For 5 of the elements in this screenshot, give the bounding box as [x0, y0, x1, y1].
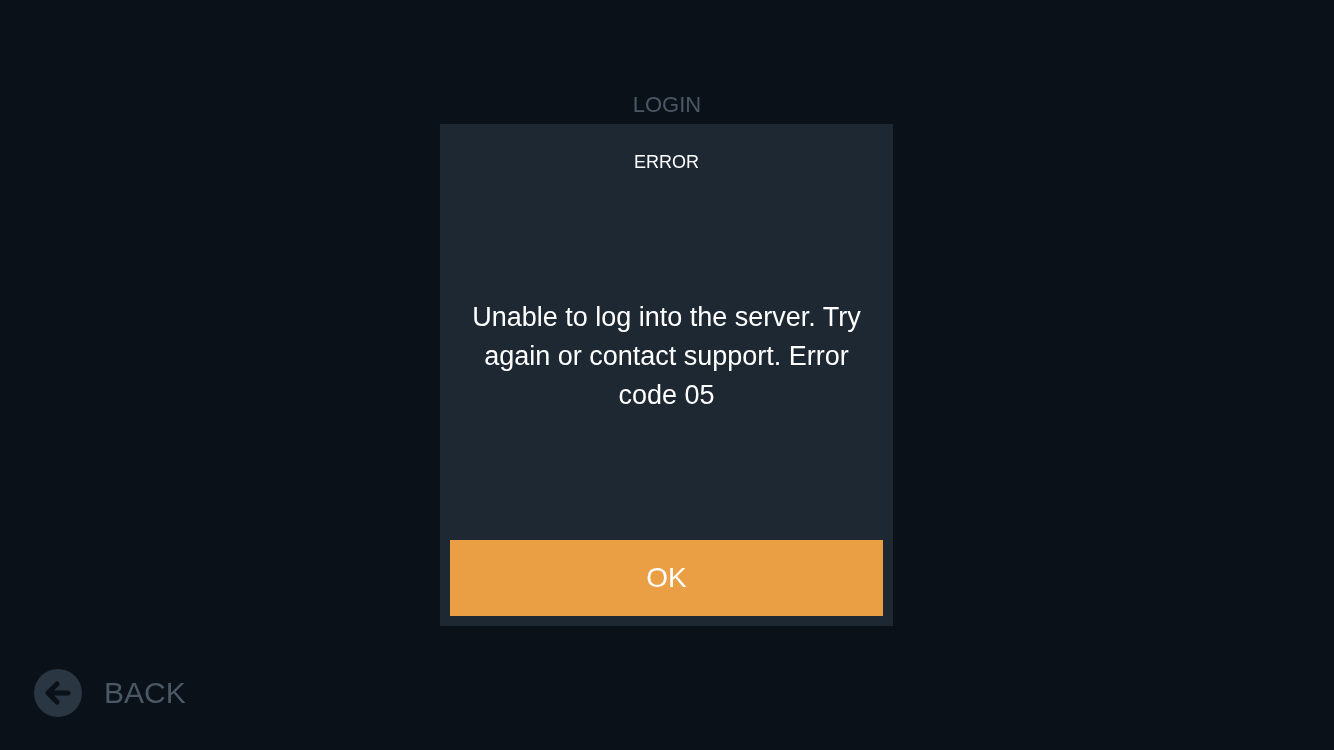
error-message: Unable to log into the server. Try again or contact support. Error code 05	[471, 301, 862, 412]
back-button[interactable]: BACK	[34, 669, 186, 717]
ok-button[interactable]: OK	[450, 540, 883, 616]
dialog-title: ERROR	[634, 152, 699, 173]
screen-title: LOGIN	[632, 92, 702, 118]
